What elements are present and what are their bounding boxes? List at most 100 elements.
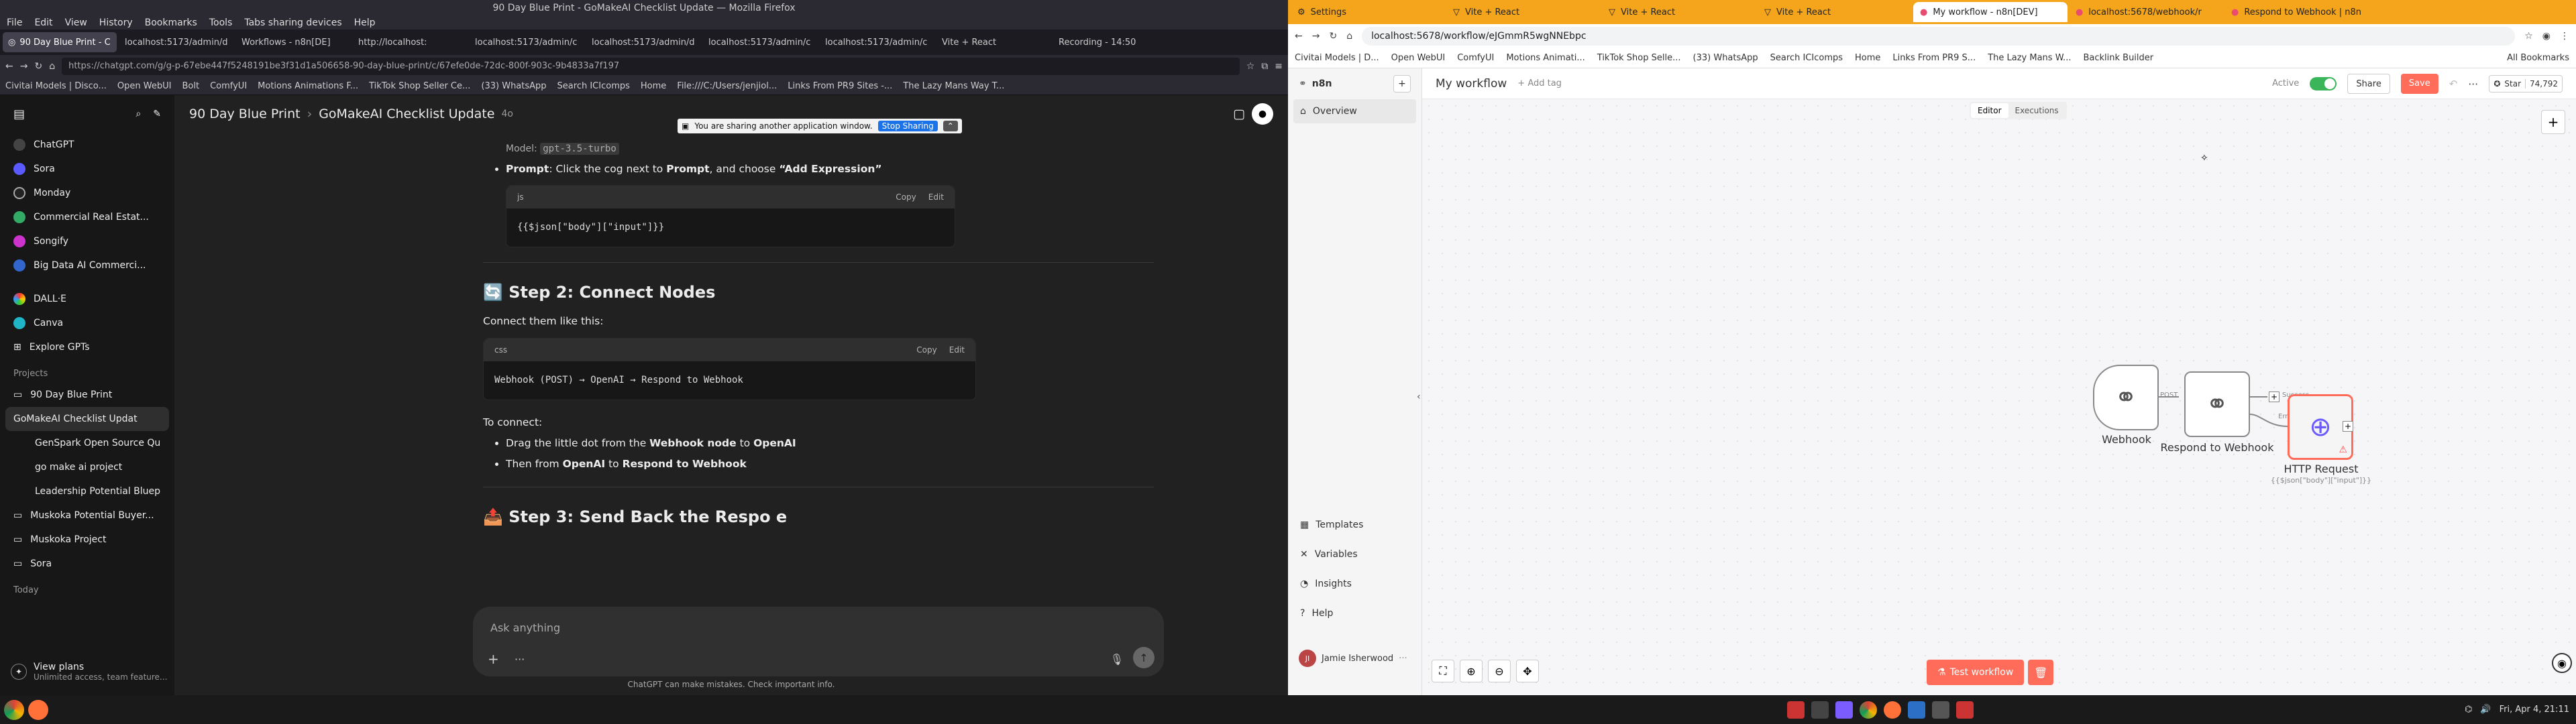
sidebar-item-sora[interactable]: Sora xyxy=(0,157,174,181)
bookmark-bolt[interactable]: Bolt xyxy=(182,81,199,91)
forward-arrow-icon[interactable]: → xyxy=(1312,31,1320,42)
project-chat-genspark[interactable]: GenSpark Open Source Qu xyxy=(0,431,174,455)
back-arrow-icon[interactable]: ← xyxy=(5,61,13,72)
new-chat-icon[interactable]: ✎ xyxy=(153,109,161,119)
more-icon[interactable]: ··· xyxy=(515,653,525,666)
add-tag-button[interactable]: + Add tag xyxy=(1517,78,1562,88)
home-icon[interactable]: ⌂ xyxy=(1346,31,1352,42)
edit-button[interactable]: Edit xyxy=(928,191,944,203)
tab-recording[interactable]: Recording - 14:50 xyxy=(1053,32,1167,52)
bookmark-icicomps[interactable]: Search ICIcomps xyxy=(1770,53,1843,63)
chrome-tab-webhook[interactable]: ● localhost:5678/webhook/r xyxy=(2069,2,2223,22)
sidebar-item-insights[interactable]: ◔ Insights xyxy=(1288,569,1422,599)
sidebar-item-dalle[interactable]: DALL·E xyxy=(0,287,174,311)
sidebar-item-variables[interactable]: ✕ Variables xyxy=(1288,540,1422,569)
sidebar-item-templates[interactable]: ▦ Templates xyxy=(1288,510,1422,540)
menu-edit[interactable]: Edit xyxy=(34,17,52,28)
menu-help[interactable]: Help xyxy=(354,17,376,28)
home-icon[interactable]: ⌂ xyxy=(49,61,55,72)
menu-file[interactable]: File xyxy=(7,17,22,28)
workflow-canvas[interactable]: Editor Executions + ✧ ‹ ⚡ ⚭ Webhook POST… xyxy=(1417,99,2576,695)
sidebar-item-help[interactable]: ? Help xyxy=(1288,599,1422,628)
menu-history[interactable]: History xyxy=(99,17,133,28)
user-menu[interactable]: JI Jamie Isherwood ··· xyxy=(1299,650,1407,667)
bookmark-motions[interactable]: Motions Animations F... xyxy=(258,81,358,91)
workflow-name[interactable]: My workflow xyxy=(1436,77,1507,90)
sidebar-toggle-icon[interactable]: ▤ xyxy=(13,107,25,121)
bookmark-home[interactable]: Home xyxy=(1855,53,1880,63)
sidebar-item-overview[interactable]: ⌂ Overview xyxy=(1293,99,1416,123)
prompt-input[interactable]: Ask anything xyxy=(490,621,560,634)
app-icon[interactable] xyxy=(1931,701,1949,719)
kebab-icon[interactable]: ⋮ xyxy=(2560,31,2569,42)
network-icon[interactable]: ⌬ xyxy=(2465,705,2472,715)
chrome-tab-vite-2[interactable]: ▽ Vite + React xyxy=(1602,2,1756,22)
app-icon[interactable] xyxy=(1907,701,1925,719)
project-muskoka[interactable]: ▭ Muskoka Project xyxy=(0,528,174,552)
node-webhook[interactable]: ⚭ xyxy=(2093,365,2159,430)
sidebar-item-explore[interactable]: ⊞ Explore GPTs xyxy=(0,335,174,359)
node-respond[interactable]: ⚭ xyxy=(2184,371,2250,437)
tab-vite[interactable]: Vite + React xyxy=(936,32,1051,52)
bookmark-links[interactable]: Links From PR9 S... xyxy=(1892,53,1976,63)
bookmark-civitai[interactable]: Civitai Models | Disco... xyxy=(5,81,107,91)
bookmark-whatsapp[interactable]: (33) WhatsApp xyxy=(1693,53,1758,63)
app-icon[interactable] xyxy=(1811,701,1829,719)
save-button[interactable]: Save xyxy=(2400,73,2438,94)
tab-localhost-4[interactable]: localhost:5173/admin/d xyxy=(586,32,700,52)
tab-workflows[interactable]: Workflows - n8n[DE] xyxy=(236,32,350,52)
github-star[interactable]: ✪ Star 74,792 xyxy=(2489,74,2563,93)
menu-tools[interactable]: Tools xyxy=(209,17,233,28)
view-plans[interactable]: ✦ View plans Unlimited access, team featu… xyxy=(11,662,167,682)
app-icon[interactable] xyxy=(1786,701,1805,719)
zoom-in-icon[interactable]: ⊕ xyxy=(1460,660,1483,682)
menu-tabs-sharing[interactable]: Tabs sharing devices xyxy=(244,17,341,28)
project-chat-gomakeai-project[interactable]: go make ai project xyxy=(0,455,174,479)
model-selector[interactable]: 4o xyxy=(501,109,513,119)
menu-view[interactable]: View xyxy=(65,17,87,28)
bookmark-star-icon[interactable]: ☆ xyxy=(2524,31,2533,42)
tab-localhost-2[interactable]: http://localhost: xyxy=(353,32,467,52)
active-toggle[interactable] xyxy=(2310,76,2337,90)
reload-icon[interactable]: ↻ xyxy=(34,61,42,72)
chrome-url-bar[interactable]: localhost:5678/workflow/eJGmmR5wgNNEbpc xyxy=(1362,27,2516,46)
stop-sharing-button[interactable]: Stop Sharing xyxy=(877,121,938,131)
edit-button[interactable]: Edit xyxy=(949,344,965,356)
url-bar[interactable]: https://chatgpt.com/g/g-p-67ebe447f52481… xyxy=(62,58,1240,75)
zoom-out-icon[interactable]: ⊖ xyxy=(1488,660,1511,682)
bookmark-home[interactable]: Home xyxy=(641,81,666,91)
chrome-tab-settings[interactable]: ⚙ Settings xyxy=(1291,2,1445,22)
bookmark-links[interactable]: Links From PR9 Sites -... xyxy=(788,81,892,91)
sidebar-item-monday[interactable]: Monday xyxy=(0,181,174,205)
sidebar-item-chatgpt[interactable]: ChatGPT xyxy=(0,133,174,157)
plus-icon[interactable]: + xyxy=(488,651,499,667)
add-connection-button[interactable]: + xyxy=(2269,391,2279,402)
search-icon[interactable]: ⌕ xyxy=(136,109,141,119)
tab-chatgpt[interactable]: ◎ 90 Day Blue Print - C xyxy=(3,32,117,52)
bookmark-tiktok[interactable]: TikTok Shop Seller Ce... xyxy=(369,81,470,91)
firefox-icon[interactable] xyxy=(28,699,48,720)
project-chat-leadership[interactable]: Leadership Potential Bluep xyxy=(0,479,174,503)
back-arrow-icon[interactable]: ← xyxy=(1295,31,1303,42)
menu-bookmarks[interactable]: Bookmarks xyxy=(145,17,197,28)
assistant-icon[interactable]: ◉ xyxy=(2552,653,2572,673)
chrome-tab-vite-1[interactable]: ▽ Vite + React xyxy=(1446,2,1601,22)
bookmark-comfyui[interactable]: ComfyUI xyxy=(1457,53,1494,63)
reload-icon[interactable]: ↻ xyxy=(1329,31,1337,42)
breadcrumb-project[interactable]: 90 Day Blue Print xyxy=(189,107,301,121)
chrome-tab-vite-3[interactable]: ▽ Vite + React xyxy=(1758,2,1912,22)
chrome-icon[interactable] xyxy=(4,699,24,720)
bookmark-lazy[interactable]: The Lazy Mans Way T... xyxy=(903,81,1004,91)
bookmark-openwebui[interactable]: Open WebUI xyxy=(117,81,172,91)
bookmark-backlink[interactable]: Backlink Builder xyxy=(2083,53,2153,63)
send-icon[interactable]: ↑ xyxy=(1133,647,1155,668)
project-chat-gomakeai[interactable]: GoMakeAI Checklist Updat xyxy=(5,407,169,431)
canvas-icon[interactable]: ▢ xyxy=(1233,107,1245,121)
more-icon[interactable]: ⋯ xyxy=(2468,78,2478,90)
tidy-up-icon[interactable]: ✥ xyxy=(1516,660,1539,682)
bookmark-civitai[interactable]: Civitai Models | D... xyxy=(1295,53,1379,63)
hide-banner-button[interactable]: ⌃ xyxy=(943,121,958,131)
profile-icon[interactable]: ◉ xyxy=(2542,31,2551,42)
bookmark-icicomps[interactable]: Search ICIcomps xyxy=(557,81,630,91)
share-button[interactable]: Share xyxy=(2347,73,2390,94)
